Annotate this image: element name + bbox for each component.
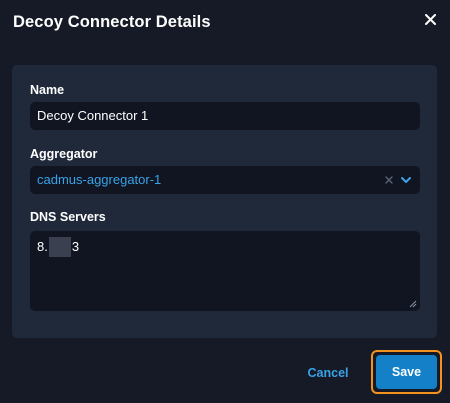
dns-value-prefix: 8. <box>37 239 48 254</box>
redacted-block <box>48 237 71 257</box>
decoy-connector-dialog: Decoy Connector Details Name Decoy Conne… <box>0 0 450 403</box>
dropdown-toggle[interactable] <box>401 166 413 194</box>
save-button[interactable]: Save <box>376 355 437 389</box>
clear-x-icon <box>385 176 393 184</box>
aggregator-label: Aggregator <box>30 147 98 161</box>
clear-selection-button[interactable] <box>385 166 395 194</box>
chevron-down-icon <box>401 177 411 183</box>
dns-value-suffix: 3 <box>71 239 80 254</box>
dns-servers-label: DNS Servers <box>30 210 106 224</box>
cancel-button[interactable]: Cancel <box>299 363 357 383</box>
aggregator-selected-value: cadmus-aggregator-1 <box>37 172 162 187</box>
dns-servers-textarea[interactable]: 8. 3 <box>30 231 420 311</box>
close-button[interactable] <box>425 10 441 30</box>
form-panel: Name Decoy Connector 1 Aggregator cadmus… <box>12 65 437 338</box>
aggregator-select[interactable]: cadmus-aggregator-1 <box>30 166 420 194</box>
dialog-title: Decoy Connector Details <box>13 13 211 31</box>
name-value: Decoy Connector 1 <box>37 108 149 123</box>
close-icon <box>425 14 436 25</box>
name-input[interactable]: Decoy Connector 1 <box>30 102 420 130</box>
resize-handle-icon[interactable] <box>409 300 417 308</box>
name-label: Name <box>30 83 65 97</box>
